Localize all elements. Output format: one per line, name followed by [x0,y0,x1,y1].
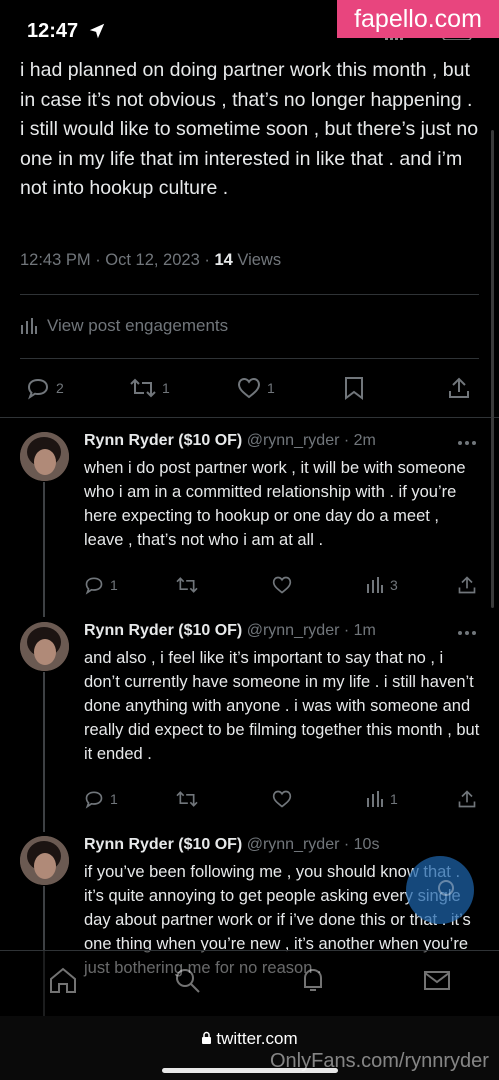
repost-icon [176,577,198,593]
divider [0,417,499,418]
compose-icon [438,880,454,896]
tweet-text: i had planned on doing partner work this… [20,59,479,199]
like-button[interactable]: 1 [237,373,275,403]
share-button[interactable] [448,373,476,403]
views-count: 1 [390,791,398,807]
reply-button[interactable]: 1 [84,784,118,814]
avatar[interactable] [20,836,69,885]
location-arrow-icon [89,23,105,39]
reply-header: Rynn Ryder ($10 OF) @rynn_ryder · 1m [84,622,376,644]
views-button[interactable]: 3 [366,570,398,600]
tweet-action-bar: 2 1 1 [0,373,499,403]
reply-text: when i do post partner work , it will be… [84,459,466,549]
share-button[interactable] [457,570,483,600]
reply-button[interactable]: 1 [84,570,118,600]
notifications-icon[interactable] [298,965,328,995]
reply-action-bar: 1 1 [0,784,499,814]
search-icon[interactable] [172,965,202,995]
reply-text: and also , i feel like it’s important to… [84,649,480,763]
reply-icon [27,378,49,400]
analytics-icon [21,318,37,334]
bottom-nav [0,950,499,1016]
analytics-icon [367,791,383,807]
like-button[interactable] [272,570,298,600]
url-display[interactable]: twitter.com [0,1029,499,1049]
reply-count: 2 [56,380,64,396]
share-button[interactable] [457,784,483,814]
reply-count: 1 [110,577,118,593]
view-engagements-link[interactable]: View post engagements [20,314,228,338]
repost-button[interactable] [176,784,204,814]
bookmark-icon [345,377,363,400]
heart-icon [237,377,261,399]
home-icon[interactable] [48,965,78,995]
avatar-image [20,622,69,671]
divider [20,294,479,295]
avatar[interactable] [20,432,69,481]
heart-icon [272,576,292,594]
views-count: 14 [214,251,233,269]
reply-action-bar: 1 3 [0,570,499,600]
reply-button[interactable]: 2 [26,373,64,403]
compose-button[interactable] [406,856,474,924]
repost-count: 1 [162,380,170,396]
views-button[interactable]: 1 [366,784,398,814]
views-count: 3 [390,577,398,593]
author-name[interactable]: Rynn Ryder ($10 OF) [84,432,242,449]
share-icon [458,790,476,808]
reply-icon [85,577,103,595]
messages-icon[interactable] [422,965,452,995]
more-options-icon[interactable] [457,630,477,636]
watermark-fapello: fapello.com [337,0,499,38]
divider [20,358,479,359]
watermark-onlyfans: OnlyFans.com/rynnryder [270,1050,489,1072]
like-button[interactable] [272,784,298,814]
share-icon [449,377,469,398]
bookmark-button[interactable] [344,373,370,403]
tweet-meta: 12:43 PM · Oct 12, 2023 · 14 Views [20,251,281,270]
reply-count: 1 [110,791,118,807]
share-icon [458,576,476,594]
reply-header: Rynn Ryder ($10 OF) @rynn_ryder · 10s [84,836,379,858]
avatar-image [20,836,69,885]
more-options-icon[interactable] [457,440,477,446]
author-name[interactable]: Rynn Ryder ($10 OF) [84,836,242,853]
author-handle[interactable]: @rynn_ryder · 10s [242,836,380,853]
repost-icon [176,791,198,807]
repost-icon [130,378,156,398]
url-text: twitter.com [216,1029,298,1048]
repost-button[interactable]: 1 [130,373,170,403]
avatar-image [20,432,69,481]
heart-icon [272,790,292,808]
author-handle[interactable]: @rynn_ryder · 1m [242,622,376,639]
view-engagements-label: View post engagements [47,316,229,335]
like-count: 1 [267,380,275,396]
reply-header: Rynn Ryder ($10 OF) @rynn_ryder · 2m [84,432,376,454]
views-label: Views [232,251,282,269]
status-time: 12:47 [27,20,79,42]
reply-icon [85,791,103,809]
author-name[interactable]: Rynn Ryder ($10 OF) [84,622,242,639]
avatar[interactable] [20,622,69,671]
analytics-icon [367,577,383,593]
scrollbar[interactable] [491,130,494,608]
author-handle[interactable]: @rynn_ryder · 2m [242,432,376,449]
lock-icon [202,1031,212,1044]
tweet-timestamp: 12:43 PM · Oct 12, 2023 · [20,251,215,269]
repost-button[interactable] [176,570,204,600]
